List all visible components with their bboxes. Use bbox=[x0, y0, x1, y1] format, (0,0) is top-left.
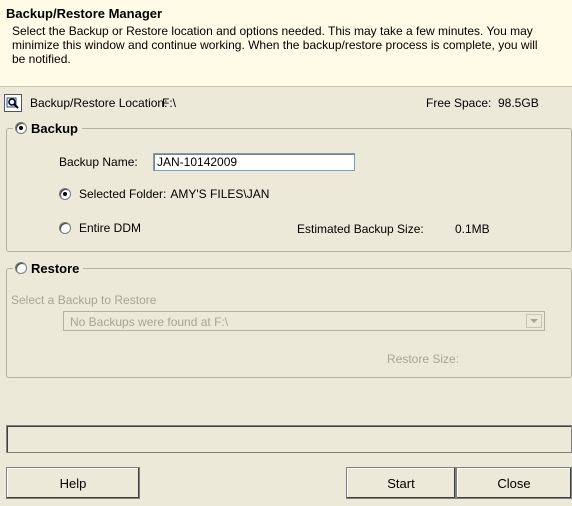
location-row: Backup/Restore Location: F:\ Free Space:… bbox=[4, 94, 572, 112]
restore-dropdown-value: No Backups were found at F:\ bbox=[70, 315, 229, 329]
location-value: F:\ bbox=[162, 96, 176, 110]
selected-folder-label: Selected Folder: bbox=[79, 187, 167, 201]
entire-ddm-label: Entire DDM bbox=[79, 221, 142, 235]
entire-ddm-radio[interactable] bbox=[59, 222, 71, 234]
free-space-value: 98.5GB bbox=[498, 96, 539, 110]
help-button[interactable]: Help bbox=[6, 467, 140, 499]
restore-backup-dropdown[interactable]: No Backups were found at F:\ bbox=[63, 311, 545, 331]
browse-location-icon[interactable] bbox=[4, 94, 22, 112]
dialog-description: Select the Backup or Restore location an… bbox=[12, 24, 538, 66]
backup-name-input[interactable]: JAN-10142009 bbox=[153, 153, 355, 171]
chevron-down-icon[interactable] bbox=[526, 314, 542, 328]
entire-ddm-option[interactable]: Entire DDM bbox=[59, 221, 141, 235]
selected-folder-option[interactable]: Selected Folder: AMY'S FILES\JAN bbox=[59, 187, 269, 201]
restore-size-label: Restore Size: bbox=[387, 352, 460, 366]
selected-folder-radio[interactable] bbox=[59, 188, 71, 200]
backup-legend-label: Backup bbox=[31, 120, 78, 136]
backup-name-label: Backup Name: bbox=[59, 155, 138, 169]
restore-select-label: Select a Backup to Restore bbox=[11, 293, 157, 307]
progress-bar bbox=[6, 425, 572, 453]
location-label: Backup/Restore Location: bbox=[30, 96, 168, 110]
estimated-size-label: Estimated Backup Size: bbox=[297, 222, 424, 236]
restore-radio[interactable] bbox=[15, 262, 27, 274]
backup-radio[interactable] bbox=[15, 122, 27, 134]
close-button[interactable]: Close bbox=[456, 467, 572, 499]
restore-group: Restore Select a Backup to Restore No Ba… bbox=[6, 260, 572, 378]
backup-group: Backup Backup Name: JAN-10142009 Selecte… bbox=[6, 120, 572, 252]
start-button[interactable]: Start bbox=[346, 467, 456, 499]
estimated-size-value: 0.1MB bbox=[455, 222, 490, 236]
header-panel: Backup/Restore Manager Select the Backup… bbox=[0, 0, 572, 87]
restore-legend-label: Restore bbox=[31, 260, 80, 276]
free-space-label: Free Space: bbox=[426, 96, 492, 110]
restore-legend[interactable]: Restore bbox=[13, 260, 84, 276]
selected-folder-value: AMY'S FILES\JAN bbox=[170, 187, 270, 201]
backup-legend[interactable]: Backup bbox=[13, 120, 82, 136]
dialog-title: Backup/Restore Manager bbox=[6, 6, 163, 21]
